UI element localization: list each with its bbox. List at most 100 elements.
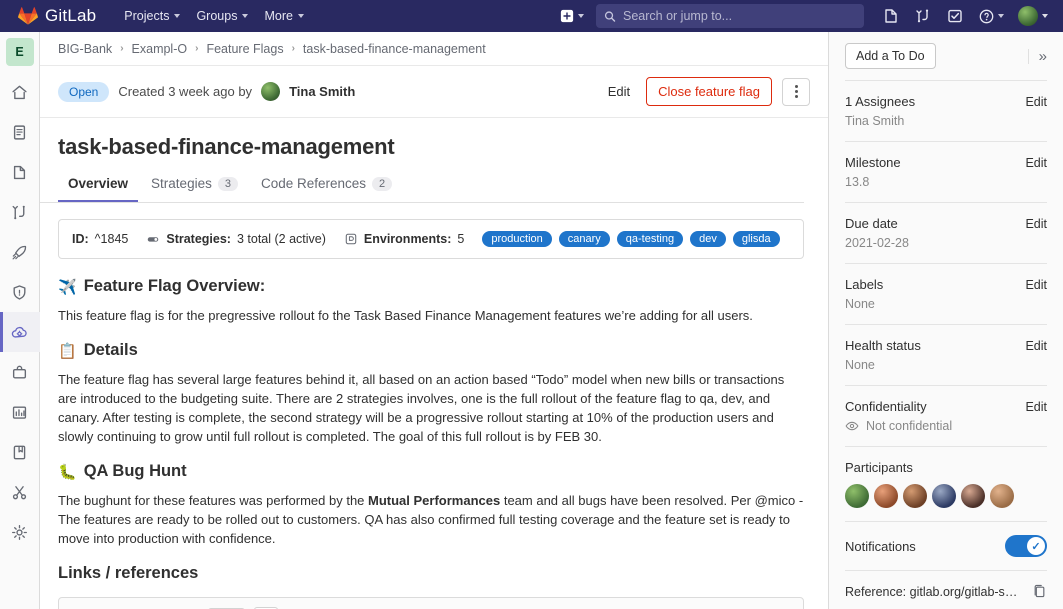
global-search[interactable] xyxy=(596,4,864,28)
sidebar-item-issues[interactable] xyxy=(0,152,40,192)
clipboard-emoji-icon: 📋 xyxy=(58,342,77,360)
author-name[interactable]: Tina Smith xyxy=(289,84,355,99)
nav-more[interactable]: More xyxy=(256,5,311,27)
sidebar-confidentiality-head: Confidentiality Edit xyxy=(845,399,1047,414)
sidebar-labels-edit[interactable]: Edit xyxy=(1025,278,1047,292)
chart-bar-icon xyxy=(11,404,28,421)
project-sidebar: E xyxy=(0,32,40,609)
sidebar-item-ci-cd[interactable] xyxy=(0,232,40,272)
sidebar-participants-label: Participants xyxy=(845,460,913,475)
tab-code-references-label: Code References xyxy=(261,176,366,191)
issues-icon[interactable] xyxy=(876,4,906,28)
merge-request-glyph xyxy=(915,8,931,24)
sidebar-health-status-edit[interactable]: Edit xyxy=(1025,339,1047,353)
sidebar-assignees-edit[interactable]: Edit xyxy=(1025,95,1047,109)
issue-icon xyxy=(11,164,28,181)
chevron-right-icon: › xyxy=(120,43,123,54)
search-input[interactable] xyxy=(623,9,856,23)
breadcrumb-section[interactable]: Feature Flags xyxy=(206,42,283,56)
info-strategies: Strategies: 3 total (2 active) xyxy=(146,232,326,246)
info-environments-label: Environments: xyxy=(364,232,452,246)
sidebar-item-merge-requests[interactable] xyxy=(0,192,40,232)
help-circle-icon xyxy=(979,9,994,24)
sidebar-milestone-edit[interactable]: Edit xyxy=(1025,156,1047,170)
sidebar-notifications: Notifications ✓ xyxy=(845,522,1047,570)
sidebar-confidentiality-edit[interactable]: Edit xyxy=(1025,400,1047,414)
package-icon xyxy=(11,364,28,381)
copy-to-clipboard-icon[interactable] xyxy=(1024,584,1047,599)
sidebar-milestone: Milestone Edit 13.8 xyxy=(845,142,1047,202)
env-pill-production[interactable]: production xyxy=(482,231,551,247)
sidebar-item-repository[interactable] xyxy=(0,112,40,152)
tab-code-references-count: 2 xyxy=(372,177,392,191)
new-item-button[interactable] xyxy=(554,5,590,27)
qa-paragraph: The bughunt for these features was perfo… xyxy=(58,491,804,548)
sidebar-item-project-home[interactable] xyxy=(0,72,40,112)
qa-text-part1: The bughunt for these features was perfo… xyxy=(58,493,368,508)
breadcrumb: BIG-Bank › Exampl-O › Feature Flags › ta… xyxy=(40,32,828,66)
sidebar-health-status: Health status Edit None xyxy=(845,325,1047,385)
nav-projects[interactable]: Projects xyxy=(116,5,188,27)
status-badge: Open xyxy=(58,82,109,102)
project-avatar-initial[interactable]: E xyxy=(6,38,34,66)
sidebar-item-snippets[interactable] xyxy=(0,472,40,512)
chevron-double-right-icon[interactable]: » xyxy=(1028,49,1047,64)
edit-button[interactable]: Edit xyxy=(602,80,636,103)
sidebar-due-date-edit[interactable]: Edit xyxy=(1025,217,1047,231)
dot xyxy=(795,85,798,88)
add-a-todo-button[interactable]: Add a To Do xyxy=(845,43,936,69)
participant-avatar-1[interactable] xyxy=(845,484,869,508)
breadcrumb-group[interactable]: BIG-Bank xyxy=(58,42,112,56)
tab-overview[interactable]: Overview xyxy=(58,171,138,202)
env-pill-qa-testing[interactable]: qa-testing xyxy=(617,231,683,247)
sidebar-item-settings[interactable] xyxy=(0,512,40,552)
info-id-label: ID: xyxy=(72,232,89,246)
sidebar-item-analytics[interactable] xyxy=(0,392,40,432)
sidebar-due-date-value: 2021-02-28 xyxy=(845,236,1047,250)
env-pill-dev[interactable]: dev xyxy=(690,231,726,247)
info-id: ID: ^1845 xyxy=(72,232,128,246)
todos-icon[interactable] xyxy=(940,4,970,28)
participant-avatar-3[interactable] xyxy=(903,484,927,508)
gitlab-logo-link[interactable]: GitLab xyxy=(18,6,96,26)
tab-code-references[interactable]: Code References 2 xyxy=(251,171,402,202)
sidebar-item-wiki[interactable] xyxy=(0,432,40,472)
sidebar-assignees-value: Tina Smith xyxy=(845,114,1047,128)
sidebar-confidentiality-value-row: Not confidential xyxy=(845,419,1047,433)
cloud-gear-icon xyxy=(11,324,28,341)
sidebar-assignees-label: 1 Assignees xyxy=(845,94,915,109)
participant-avatar-2[interactable] xyxy=(874,484,898,508)
details-heading: 📋 Details xyxy=(58,341,804,360)
nav-more-label: More xyxy=(264,9,292,23)
participant-avatar-4[interactable] xyxy=(932,484,956,508)
nav-groups[interactable]: Groups xyxy=(188,5,256,27)
participant-avatar-6[interactable] xyxy=(990,484,1014,508)
sidebar-milestone-label: Milestone xyxy=(845,155,901,170)
sidebar-confidentiality: Confidentiality Edit Not confidential xyxy=(845,386,1047,446)
help-button[interactable] xyxy=(972,5,1011,28)
tab-strategies[interactable]: Strategies 3 xyxy=(141,171,248,202)
nav-groups-label: Groups xyxy=(196,9,237,23)
sidebar-item-packages[interactable] xyxy=(0,352,40,392)
tab-strategies-label: Strategies xyxy=(151,176,212,191)
dot xyxy=(795,95,798,98)
sidebar-milestone-head: Milestone Edit xyxy=(845,155,1047,170)
sidebar-item-security[interactable] xyxy=(0,272,40,312)
author-avatar[interactable] xyxy=(261,82,280,101)
sidebar-assignees-head: 1 Assignees Edit xyxy=(845,94,1047,109)
sidebar-assignees: 1 Assignees Edit Tina Smith xyxy=(845,81,1047,141)
issue-right-sidebar: Add a To Do » 1 Assignees Edit Tina Smit… xyxy=(828,32,1063,609)
participant-avatar-5[interactable] xyxy=(961,484,985,508)
env-pill-canary[interactable]: canary xyxy=(559,231,610,247)
user-menu[interactable] xyxy=(1013,3,1053,29)
breadcrumb-project[interactable]: Exampl-O xyxy=(132,42,188,56)
env-pill-glisda[interactable]: glisda xyxy=(733,231,780,247)
close-feature-flag-button[interactable]: Close feature flag xyxy=(646,77,772,106)
more-actions-icon[interactable] xyxy=(782,78,810,106)
tab-overview-label: Overview xyxy=(68,176,128,191)
merge-request-icon xyxy=(11,204,28,221)
notifications-toggle[interactable]: ✓ xyxy=(1005,535,1047,557)
sidebar-item-deployments[interactable] xyxy=(0,312,40,352)
chevron-down-icon xyxy=(578,14,584,18)
merge-requests-icon[interactable] xyxy=(908,4,938,28)
